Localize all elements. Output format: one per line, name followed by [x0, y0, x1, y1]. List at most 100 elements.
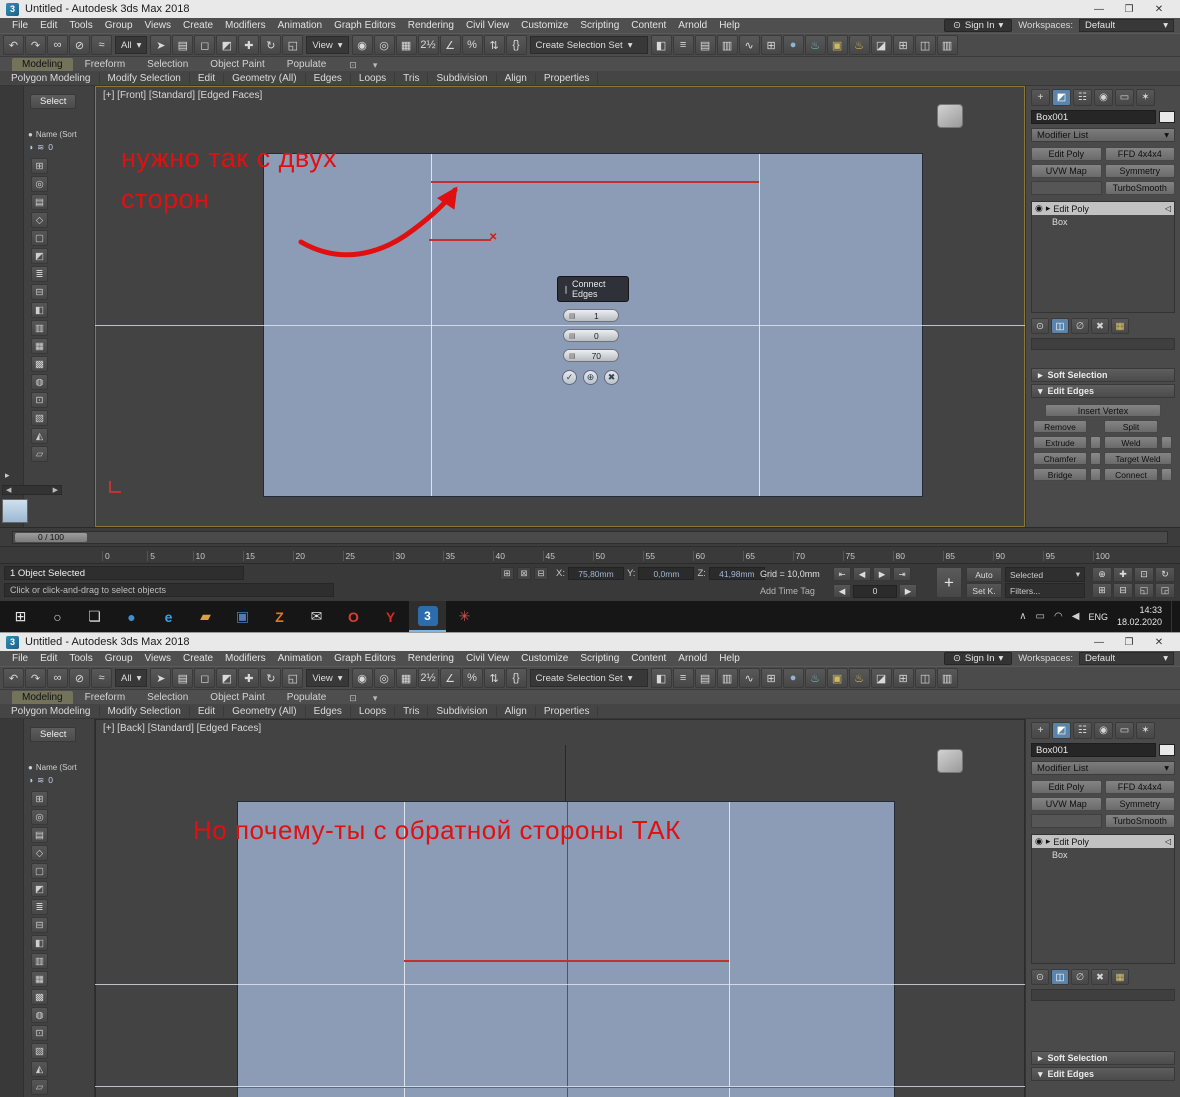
y-coordinate-field[interactable]: 0,0mm — [638, 567, 695, 580]
ribbon-tab-selection[interactable]: Selection — [137, 691, 198, 704]
tray-hidden-icons[interactable]: ∧ — [1019, 611, 1026, 622]
workspace-dropdown[interactable]: Default ▾ — [1079, 652, 1174, 665]
stack-item-edit-poly[interactable]: ◉ ▸ Edit Poly ◁ — [1032, 202, 1174, 215]
toolbar-icon[interactable]: ▦ — [395, 668, 417, 688]
explorer-icon[interactable]: ⊡ — [31, 1025, 48, 1041]
toolbar-icon[interactable]: ≈ — [91, 668, 112, 688]
toolbar-icon[interactable]: ∞ — [47, 35, 68, 55]
modifier-list-dropdown[interactable]: Modifier List ▾ — [1031, 761, 1175, 775]
toolbar-icon[interactable]: ↷ — [25, 668, 46, 688]
modifier-button-ffd[interactable]: FFD 4x4x4 — [1104, 147, 1175, 161]
ribbon-group[interactable]: Edges — [305, 72, 351, 84]
modifier-button-symmetry[interactable]: Symmetry — [1104, 164, 1175, 178]
caddy-segments-field[interactable]: ▤ 1 — [563, 309, 619, 322]
menu-item[interactable]: Rendering — [402, 20, 460, 31]
header-icon[interactable]: 0 — [48, 142, 53, 153]
explorer-icon[interactable]: ⊟ — [31, 917, 48, 933]
toolbar-icon[interactable]: {} — [505, 668, 527, 688]
taskbar-mail-icon[interactable]: ✉ — [298, 601, 335, 632]
caddy-title[interactable]: ∥ Connect Edges — [557, 276, 629, 302]
toolbar-icon[interactable]: ◧ — [650, 35, 672, 55]
toolbar-icon[interactable]: ⊞ — [892, 35, 914, 55]
material-editor-icon[interactable]: ● — [782, 668, 804, 688]
weld-button[interactable]: Weld — [1104, 436, 1158, 449]
viewcube[interactable] — [937, 104, 963, 128]
taskbar-z-app-icon[interactable]: Z — [261, 601, 298, 632]
toolbar-icon[interactable]: ◎ — [373, 35, 395, 55]
ribbon-group[interactable]: Properties — [535, 705, 599, 717]
x-coordinate-field[interactable]: 75,80mm — [567, 567, 624, 580]
menu-item[interactable]: Graph Editors — [328, 653, 402, 664]
status-toggle-icon[interactable]: ⊟ — [534, 567, 548, 580]
toolbar-icon[interactable]: ∿ — [738, 668, 760, 688]
named-selection-set-field[interactable]: Create Selection Set ▾ — [529, 36, 648, 54]
rollout-scroll-strip[interactable] — [1031, 338, 1175, 350]
ribbon-group[interactable]: Modify Selection — [99, 72, 190, 84]
toolbar-icon[interactable]: ⊞ — [892, 668, 914, 688]
toolbar-icon[interactable]: ⊞ — [760, 35, 782, 55]
toolbar-icon[interactable]: ▥ — [716, 668, 738, 688]
ribbon-tab-populate[interactable]: Populate — [277, 58, 336, 71]
explorer-icon[interactable]: ◎ — [31, 176, 48, 192]
menu-item[interactable]: Customize — [515, 653, 574, 664]
display-tab-icon[interactable]: ▭ — [1115, 722, 1134, 739]
menu-item[interactable]: Edit — [34, 653, 63, 664]
toolbar-icon[interactable]: % — [461, 35, 483, 55]
menu-item[interactable]: Content — [625, 653, 672, 664]
material-preview-tile[interactable] — [2, 499, 28, 523]
menu-item[interactable]: Civil View — [460, 20, 515, 31]
explorer-icon[interactable]: ▦ — [31, 971, 48, 987]
object-color-swatch[interactable] — [1159, 111, 1175, 123]
rail-expand-icon[interactable]: ▸ — [5, 470, 10, 481]
sign-in-button[interactable]: ⊙ Sign In ▾ — [943, 19, 1013, 32]
rendered-frame-icon[interactable]: ▣ — [826, 668, 848, 688]
viewport-label[interactable]: [+] [Front] [Standard] [Edged Faces] — [103, 90, 262, 101]
toolbar-icon[interactable]: 2½ — [417, 668, 439, 688]
explorer-icon[interactable]: ◭ — [31, 428, 48, 444]
expand-icon[interactable]: ▸ — [1046, 203, 1051, 214]
target-weld-button[interactable]: Target Weld — [1104, 452, 1172, 465]
workspace-dropdown[interactable]: Default ▾ — [1079, 19, 1174, 32]
connect-button[interactable]: Connect — [1104, 468, 1158, 481]
explorer-icon[interactable]: ≣ — [31, 899, 48, 915]
taskbar-photo-app-icon[interactable]: ✳ — [446, 601, 483, 632]
caddy-pinch-field[interactable]: ▤ 0 — [563, 329, 619, 342]
ribbon-group[interactable]: Edit — [189, 72, 225, 84]
configure-modifier-sets-icon[interactable]: ▦ — [1111, 318, 1129, 334]
explorer-icon[interactable]: ◩ — [31, 881, 48, 897]
toolbar-icon[interactable]: ▦ — [395, 35, 417, 55]
hierarchy-tab-icon[interactable]: ☷ — [1073, 722, 1092, 739]
explorer-icon[interactable]: ▤ — [31, 827, 48, 843]
modifier-button-uvw-map[interactable]: UVW Map — [1031, 797, 1102, 811]
playback-button[interactable]: ⇥ — [893, 567, 911, 581]
header-icon[interactable]: 0 — [48, 775, 53, 786]
object-color-swatch[interactable] — [1159, 744, 1175, 756]
next-frame-button[interactable]: ▶ — [899, 584, 917, 598]
taskbar-task-view-icon[interactable]: ❏ — [76, 601, 113, 632]
ribbon-minimize-icon[interactable]: ⊡ — [346, 693, 360, 704]
ribbon-group[interactable]: Edges — [305, 705, 351, 717]
toolbar-icon[interactable]: ▥ — [716, 35, 738, 55]
modifier-button-turbosmooth[interactable]: TurboSmooth — [1104, 814, 1175, 828]
caddy-cancel-button[interactable]: ✖ — [604, 370, 619, 385]
explorer-icon[interactable]: ▢ — [31, 863, 48, 879]
selection-filter-dropdown[interactable]: All ▾ — [115, 36, 148, 54]
object-name-field[interactable]: Box001 — [1031, 110, 1156, 124]
render-production-icon[interactable]: ♨ — [848, 35, 870, 55]
render-setup-icon[interactable]: ♨ — [804, 668, 826, 688]
taskbar-yandex-icon[interactable]: Y — [372, 601, 409, 632]
motion-tab-icon[interactable]: ◉ — [1094, 89, 1113, 106]
ribbon-group[interactable]: Subdivision — [428, 705, 497, 717]
previous-frame-button[interactable]: ◀ — [833, 584, 851, 598]
tray-network-icon[interactable]: ◠ — [1054, 611, 1063, 622]
toolbar-icon[interactable]: % — [461, 668, 483, 688]
chevron-down-icon[interactable]: ▾ — [370, 693, 381, 704]
explorer-icon[interactable]: ⊞ — [31, 158, 48, 174]
explorer-icon[interactable]: ≣ — [31, 266, 48, 282]
select-header[interactable]: Select — [30, 727, 77, 742]
ribbon-group[interactable]: Geometry (All) — [224, 705, 306, 717]
visibility-icon[interactable]: ◉ — [1035, 203, 1043, 214]
modifier-button-uvw-map[interactable]: UVW Map — [1031, 164, 1102, 178]
chevron-down-icon[interactable]: ▾ — [370, 60, 381, 71]
menu-item[interactable]: Help — [713, 653, 746, 664]
